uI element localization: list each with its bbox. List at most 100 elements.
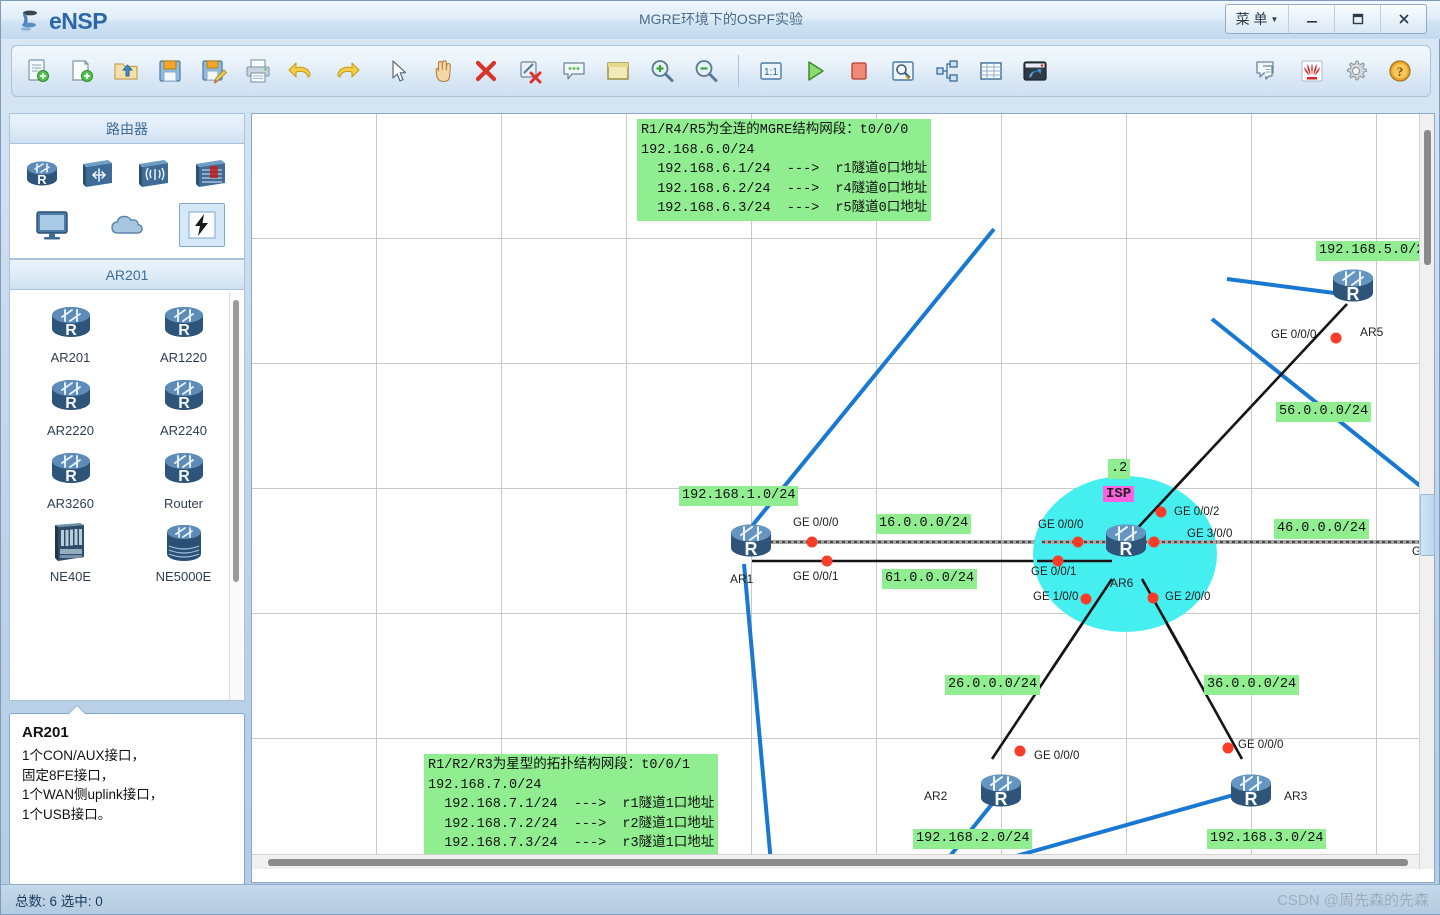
hand-icon — [435, 60, 451, 83]
settings-button[interactable] — [1334, 50, 1378, 92]
open-button[interactable] — [104, 50, 148, 92]
status-count-text: 总数: 6 选中: 0 — [15, 893, 103, 909]
model-label: AR2240 — [160, 423, 207, 438]
menu-button[interactable]: 菜 单 ▼ — [1226, 5, 1288, 33]
folder-open-icon — [114, 63, 138, 80]
network-label: 192.168.5.0/24 — [1316, 241, 1421, 262]
minimize-icon — [1306, 21, 1317, 23]
model-item-ne5000e[interactable]: NE5000E — [127, 517, 240, 586]
huawei-logo-button[interactable] — [1290, 50, 1334, 92]
save-icon — [159, 60, 181, 82]
rectangle-icon — [607, 62, 629, 80]
model-label: NE5000E — [155, 569, 212, 584]
grid-table-icon — [980, 62, 1002, 80]
wlan-category-button[interactable] — [132, 153, 178, 197]
endpoint-category-button[interactable] — [29, 203, 75, 247]
tree-hierarchy-icon — [936, 60, 958, 82]
router-node-ar5[interactable]: R — [1324, 264, 1382, 312]
canvas-vscroll-thumb[interactable] — [1424, 130, 1431, 265]
model-item-ar201[interactable]: R AR201 — [14, 298, 127, 367]
router-node-ar1[interactable]: R — [722, 519, 780, 567]
svg-text:R: R — [178, 395, 190, 412]
model-item-ar3260[interactable]: R AR3260 — [14, 444, 127, 513]
model-list-scrollbar[interactable] — [229, 292, 242, 700]
isp-badge: ISP — [1103, 486, 1135, 502]
red-x-icon — [475, 60, 497, 82]
toolbar-right-group: ? — [1246, 50, 1430, 92]
cursor-arrow-icon — [392, 60, 407, 82]
restore-screen-icon — [1023, 61, 1047, 81]
interface-label: GE 0/0/1 — [1031, 566, 1077, 578]
link-mgre-note-to-ar4 — [1210, 317, 1421, 490]
add-shape-button[interactable] — [596, 50, 640, 92]
router-node-ar3[interactable]: R — [1222, 769, 1280, 817]
new-topology-button[interactable] — [16, 50, 60, 92]
connection-category-button[interactable] — [179, 203, 226, 247]
save-button[interactable] — [148, 50, 192, 92]
model-item-router[interactable]: R Router — [127, 444, 240, 513]
new-blank-button[interactable] — [60, 50, 104, 92]
router-node-ar2[interactable]: R — [972, 769, 1030, 817]
device-category-box: R — [9, 143, 245, 259]
status-dot-ar3-ge000 — [1222, 742, 1234, 754]
model-item-ar1220[interactable]: R AR1220 — [127, 298, 240, 367]
select-tool-button[interactable] — [376, 50, 420, 92]
canvas-vertical-scrollbar[interactable] — [1419, 114, 1435, 869]
network-label: 192.168.2.0/24 — [913, 829, 1033, 850]
topology-tree-button[interactable] — [925, 50, 969, 92]
tooltip-arrow — [68, 705, 86, 714]
start-all-button[interactable] — [793, 50, 837, 92]
canvas-horizontal-scrollbar[interactable] — [252, 854, 1421, 869]
close-button[interactable] — [1380, 5, 1426, 33]
network-label: 192.168.3.0/24 — [1207, 829, 1327, 850]
annotation-mgre-fullmesh[interactable]: R1/R4/R5为全连的MGRE结构网段：t0/0/0 192.168.6.0/… — [637, 119, 932, 221]
print-button[interactable] — [236, 50, 280, 92]
interface-label: GE 0/0/2 — [1174, 506, 1220, 518]
interface-label: GE 0/0/0 — [1034, 750, 1080, 762]
topology-canvas[interactable]: R R R R R AR1 AR2 AR3 AR5 AR6 .2 ISP 192… — [252, 114, 1421, 869]
switch-category-button[interactable] — [76, 153, 122, 197]
actual-size-button[interactable]: 1:1 — [749, 50, 793, 92]
chevron-down-icon: ▼ — [1270, 14, 1279, 24]
model-item-ar2220[interactable]: R AR2220 — [14, 371, 127, 440]
annotation-gre-star[interactable]: R1/R2/R3为星型的拓扑结构网段：t0/0/1 192.168.7.0/24… — [424, 754, 719, 856]
model-item-ne40e[interactable]: NE40E — [14, 517, 127, 586]
new-page-icon — [72, 60, 93, 82]
undo-button[interactable] — [280, 50, 324, 92]
network-label: 192.168.1.0/24 — [679, 486, 799, 507]
red-stop-icon — [851, 62, 867, 80]
canvas-panel-collapse-handle[interactable] — [1420, 494, 1435, 556]
status-dot-ar2-ge000 — [1014, 745, 1026, 757]
app-logo: eNSP — [19, 5, 108, 37]
info-line: 1个CON/AUX接口， — [22, 748, 146, 763]
messages-button[interactable] — [1246, 50, 1290, 92]
firewall-category-button[interactable] — [189, 153, 235, 197]
minimize-button[interactable] — [1288, 5, 1334, 33]
save-as-button[interactable] — [192, 50, 236, 92]
zoom-in-button[interactable] — [640, 50, 684, 92]
category-row-2 — [14, 200, 240, 250]
stop-all-button[interactable] — [837, 50, 881, 92]
interface-label: GE 0/0/0 — [1038, 519, 1084, 531]
packet-capture-button[interactable] — [881, 50, 925, 92]
grid-view-button[interactable] — [969, 50, 1013, 92]
delete-link-button[interactable] — [508, 50, 552, 92]
cloud-category-button[interactable] — [104, 203, 150, 247]
router-cylinder-icon: R — [1231, 774, 1271, 809]
restore-view-button[interactable] — [1013, 50, 1057, 92]
maximize-button[interactable] — [1334, 5, 1380, 33]
add-note-button[interactable] — [552, 50, 596, 92]
zoom-out-button[interactable] — [684, 50, 728, 92]
redo-button[interactable] — [324, 50, 368, 92]
info-line: 1个WAN侧uplink接口， — [22, 787, 164, 803]
pan-tool-button[interactable] — [420, 50, 464, 92]
router-category-button[interactable]: R — [19, 153, 65, 197]
delete-button[interactable] — [464, 50, 508, 92]
model-list-scroll-thumb[interactable] — [233, 300, 239, 582]
help-button[interactable]: ? — [1378, 50, 1422, 92]
router-node-ar6[interactable]: R — [1097, 519, 1155, 567]
capture-magnifier-icon — [892, 61, 914, 81]
model-item-ar2240[interactable]: R AR2240 — [127, 371, 240, 440]
router-cylinder-icon: R — [51, 380, 90, 412]
canvas-hscroll-thumb[interactable] — [268, 859, 1408, 866]
